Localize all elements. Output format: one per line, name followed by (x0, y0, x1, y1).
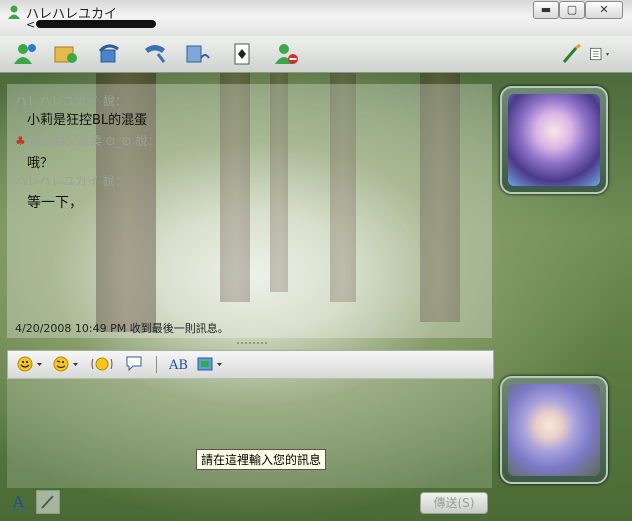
font-style-icon: A (12, 493, 29, 511)
voice-clip-button[interactable] (124, 354, 146, 374)
messenger-icon (8, 5, 20, 19)
message-sender: ハレハレユカイ 說： (15, 94, 127, 108)
block-icon (275, 44, 298, 64)
background-picture-icon (197, 357, 222, 371)
speech-bubble-icon (126, 356, 142, 372)
user-avatar[interactable] (500, 376, 608, 484)
wink-icon (53, 356, 78, 372)
user-avatar-image (508, 384, 600, 476)
menu-button[interactable] (588, 42, 620, 66)
activities-button[interactable] (185, 42, 211, 66)
video-call-icon (98, 44, 119, 63)
message-sender: ハレハレユカイ 說： (15, 174, 127, 188)
background-button[interactable] (196, 354, 226, 374)
message-text: 等一下， (27, 195, 83, 211)
share-files-button[interactable] (53, 42, 79, 66)
contact-avatar[interactable] (500, 86, 608, 194)
font-button[interactable]: AB (168, 354, 190, 374)
message-sender: 既高貴又溫柔 ⊙_⊙ 說： (29, 134, 160, 148)
message-text: 哦？ (27, 156, 54, 171)
pen-icon (41, 495, 54, 509)
input-hint-tooltip: 請在這裡輸入您的訊息 (196, 449, 327, 470)
emoticon-button[interactable] (16, 354, 44, 374)
message-sender-row: ♣ 既高貴又溫柔 ⊙_⊙ 說： (15, 132, 159, 149)
message-text: 小莉是狂控BL的混蛋 (27, 113, 148, 128)
format-toolbar: AB (7, 350, 494, 379)
emoticon-icon (17, 356, 42, 372)
menu-icon (590, 47, 610, 61)
title-bar: ハレハレユカイ < ▬ ▢ ✕ (0, 0, 632, 37)
call-icon (145, 45, 166, 63)
message-input[interactable] (7, 378, 492, 488)
conversation-pane[interactable]: ハレハレユカイ 說： 小莉是狂控BL的混蛋 ♣ 既高貴又溫柔 ⊙_⊙ 說： 哦？… (7, 84, 492, 338)
svg-text:A: A (12, 493, 24, 511)
svg-text:AB: AB (168, 358, 188, 373)
theme-brush-icon (562, 43, 581, 63)
redacted-email (36, 20, 156, 28)
minimize-button[interactable]: ▬ (533, 1, 559, 19)
invite-contact-button[interactable] (12, 42, 38, 66)
format-separator (156, 356, 157, 373)
nudge-icon (91, 357, 113, 371)
handwriting-tab-button[interactable]: A (10, 490, 32, 512)
ink-tab-button[interactable] (36, 490, 60, 514)
activities-icon (186, 45, 210, 63)
main-toolbar (0, 36, 632, 73)
nudge-button[interactable] (90, 354, 114, 374)
send-button[interactable]: 傳送(S) (420, 492, 488, 514)
tulip-emoticon-icon: ♣ (15, 134, 26, 148)
invite-contact-icon (14, 44, 36, 64)
pane-splitter[interactable] (7, 338, 492, 350)
call-button[interactable] (142, 42, 168, 66)
block-button[interactable] (273, 42, 299, 66)
window-subtitle: < (26, 18, 36, 31)
share-files-icon (54, 46, 77, 63)
contact-avatar-image (508, 94, 600, 186)
wink-button[interactable] (52, 354, 80, 374)
maximize-button[interactable]: ▢ (559, 1, 585, 19)
theme-brush-button[interactable] (558, 42, 584, 66)
video-call-button[interactable] (96, 42, 122, 66)
last-message-status: 4/20/2008 10:49 PM 收到最後一則訊息。 (15, 322, 229, 335)
close-button[interactable]: ✕ (585, 1, 623, 19)
games-icon (234, 43, 250, 65)
games-button[interactable] (230, 42, 256, 66)
font-icon: AB (168, 358, 188, 373)
